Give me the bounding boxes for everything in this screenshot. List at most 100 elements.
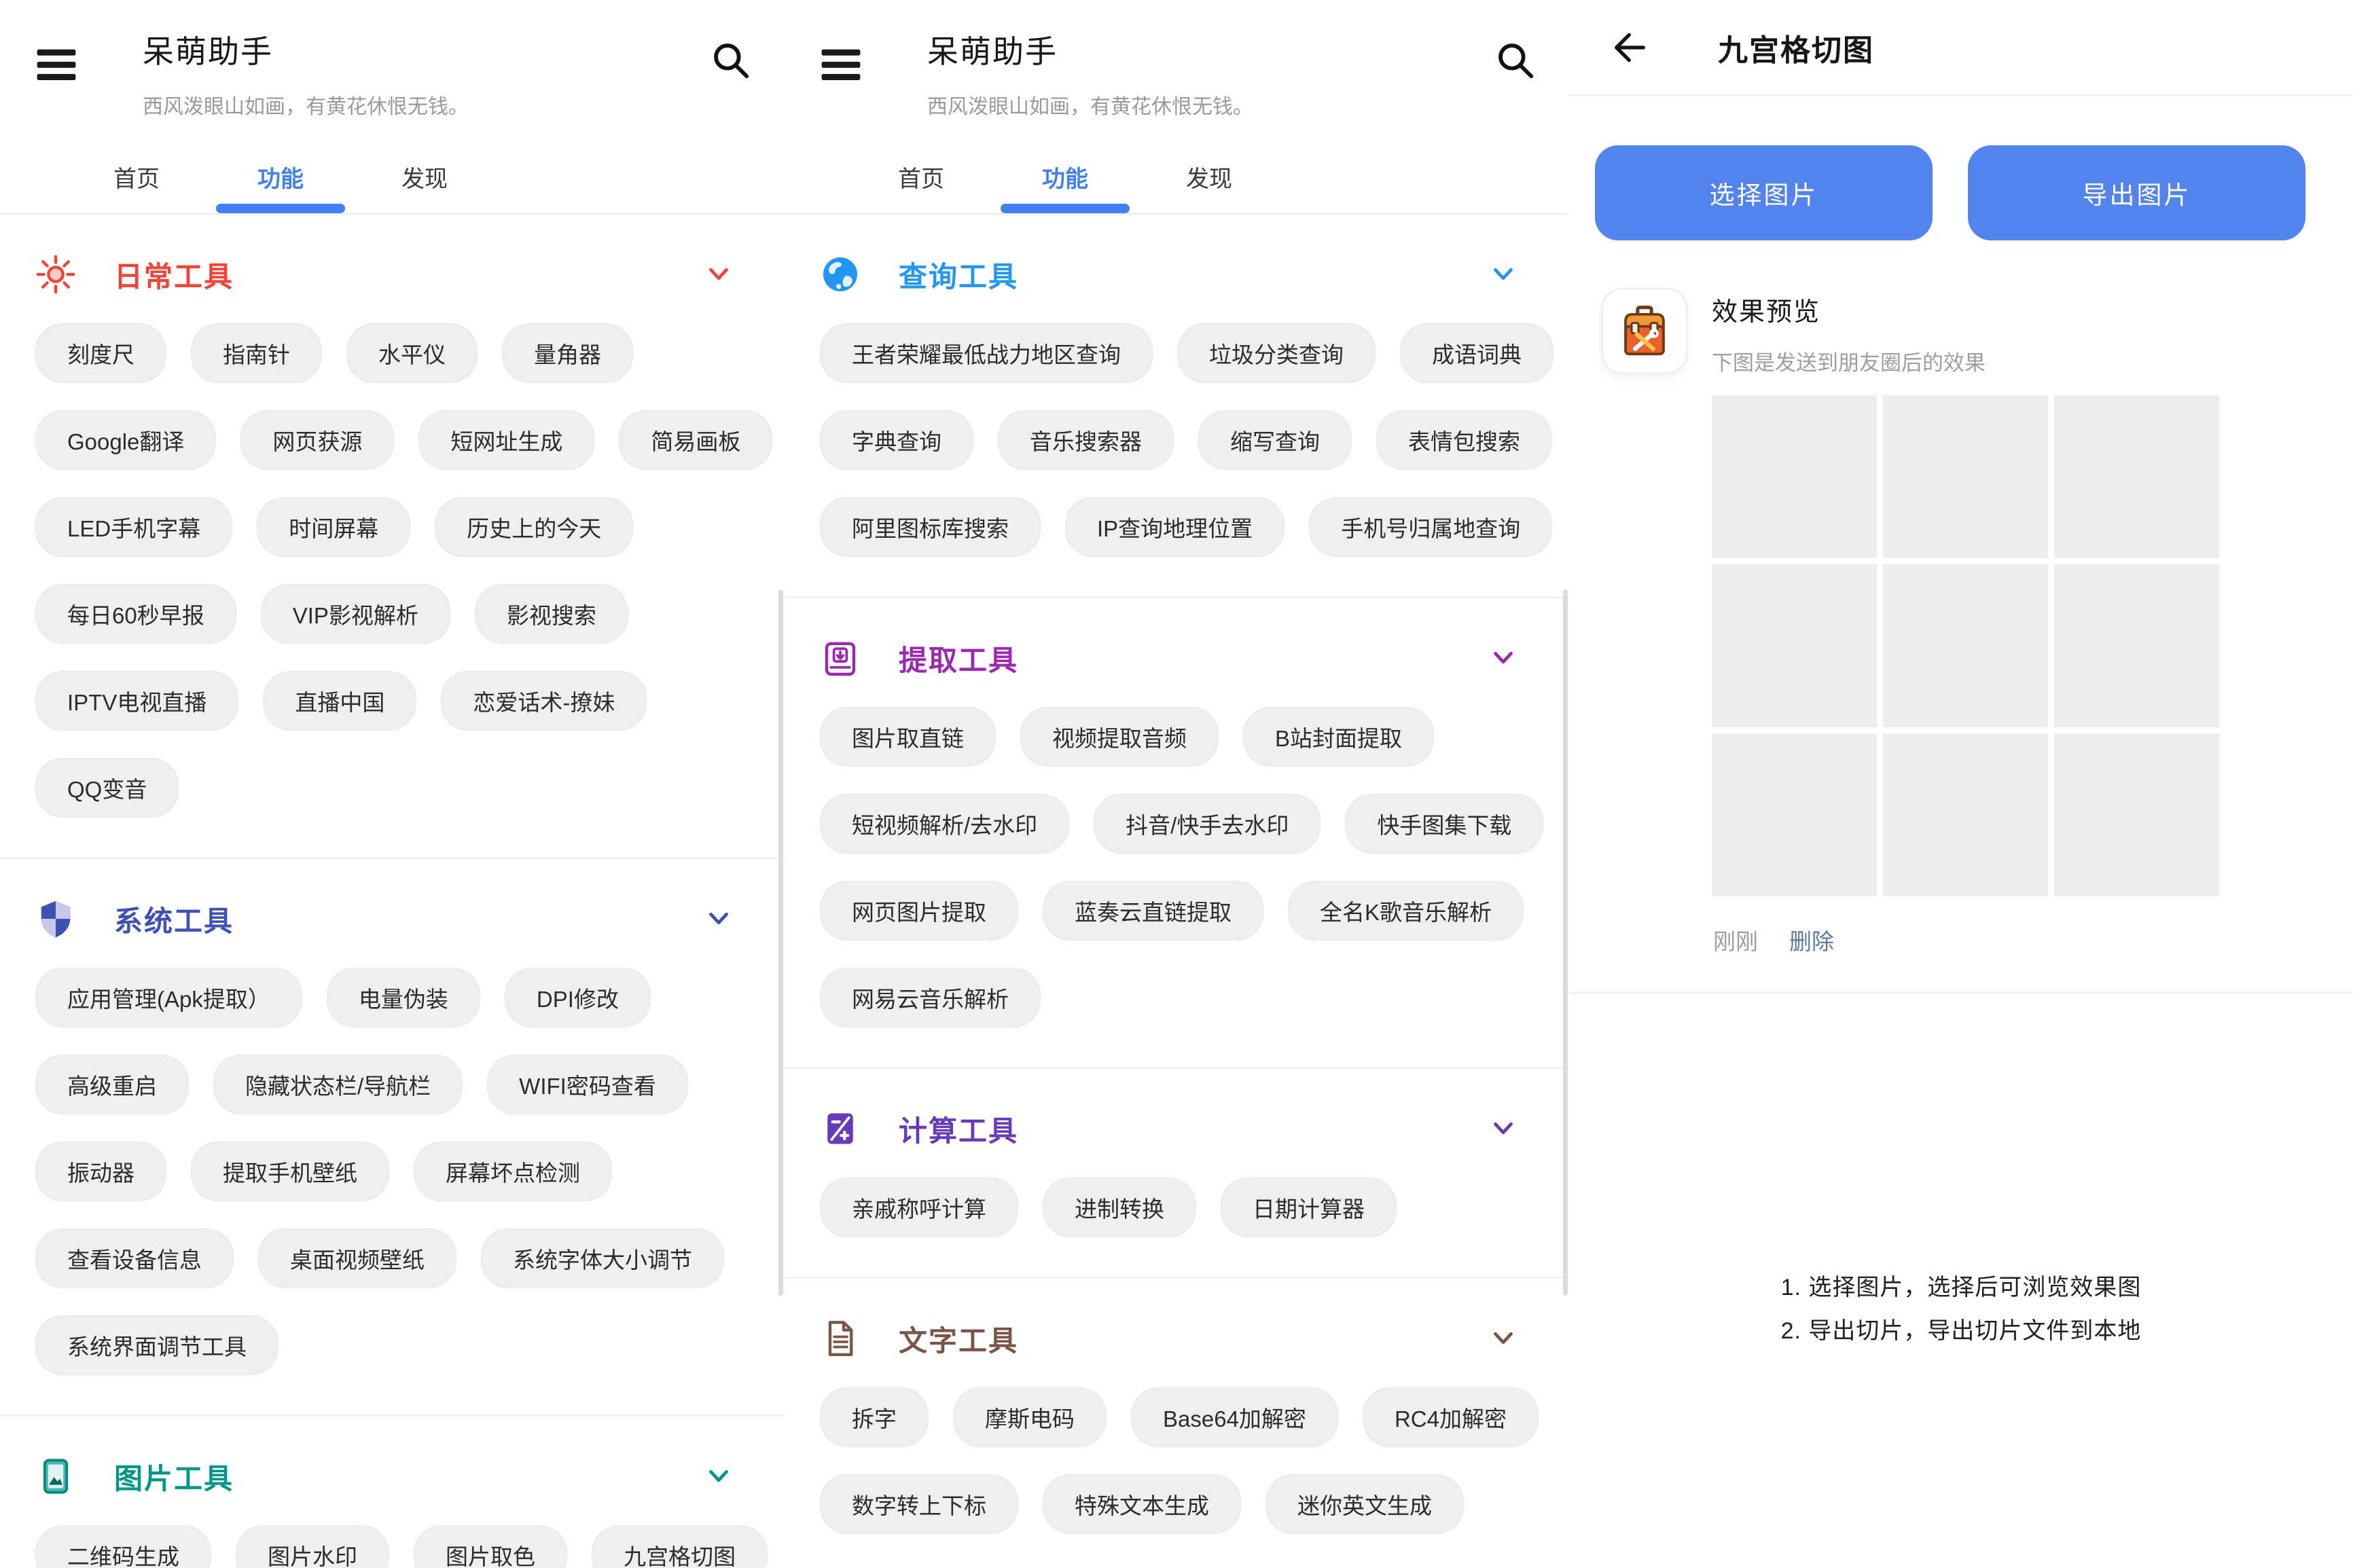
select-image-button[interactable]: 选择图片 (1595, 145, 1933, 240)
tool-chip[interactable]: 振动器 (35, 1142, 166, 1201)
tool-chip[interactable]: 应用管理(Apk提取） (35, 968, 302, 1027)
tool-chip[interactable]: Base64加解密 (1131, 1387, 1338, 1447)
tab-item[interactable]: 首页 (849, 143, 993, 213)
chevron-down-icon[interactable] (1488, 642, 1519, 674)
tool-chip[interactable]: 迷你英文生成 (1265, 1474, 1464, 1534)
tool-chip[interactable]: 短视频解析/去水印 (820, 794, 1069, 854)
tool-chip[interactable]: IPTV电视直播 (35, 671, 238, 731)
tool-chip[interactable]: 成语词典 (1400, 323, 1553, 383)
tool-chip[interactable]: 快手图集下载 (1345, 794, 1543, 854)
tool-chip[interactable]: 查看设备信息 (35, 1228, 234, 1288)
grid-cell (2054, 564, 2219, 727)
tool-chip[interactable]: 网易云音乐解析 (820, 968, 1041, 1027)
tool-chip[interactable]: 屏幕坏点检测 (414, 1142, 612, 1201)
tool-chip[interactable]: 历史上的今天 (435, 497, 633, 557)
tool-chip[interactable]: B站封面提取 (1243, 707, 1434, 767)
chevron-down-icon[interactable] (703, 259, 734, 290)
search-icon[interactable] (710, 39, 752, 81)
back-arrow-icon[interactable] (1609, 29, 1647, 67)
tool-chip[interactable]: 电量伪装 (327, 968, 480, 1027)
tool-chip[interactable]: 恋爱话术-撩妹 (441, 671, 647, 731)
search-icon[interactable] (1494, 39, 1537, 81)
chevron-down-icon[interactable] (703, 1461, 734, 1492)
chevron-down-icon[interactable] (1488, 1323, 1519, 1354)
tab-item[interactable]: 首页 (65, 143, 209, 213)
tool-chip[interactable]: Google翻译 (35, 410, 216, 470)
tab-item[interactable]: 功能 (209, 143, 353, 213)
timestamp: 刚刚 (1713, 924, 1758, 956)
tool-chip[interactable]: 图片取直链 (820, 707, 996, 767)
tool-chip[interactable]: 二维码生成 (35, 1525, 211, 1568)
tool-chip[interactable]: 直播中国 (263, 671, 416, 731)
hamburger-menu-icon[interactable] (35, 48, 77, 83)
tool-chip[interactable]: 水平仪 (346, 323, 478, 383)
delete-link[interactable]: 删除 (1789, 924, 1834, 956)
tool-chip[interactable]: 王者荣耀最低战力地区查询 (820, 323, 1153, 383)
tool-chip[interactable]: 缩写查询 (1198, 410, 1352, 470)
tool-chip[interactable]: RC4加解密 (1363, 1387, 1539, 1447)
tool-chip[interactable]: 系统字体大小调节 (481, 1228, 724, 1288)
tool-sections: 查询工具王者荣耀最低战力地区查询垃圾分类查询成语词典字典查询音乐搜索器缩写查询表… (785, 215, 1569, 1568)
tool-chip[interactable]: 图片水印 (236, 1525, 389, 1568)
tool-chip[interactable]: 隐藏状态栏/导航栏 (213, 1055, 463, 1114)
tool-chip[interactable]: 日期计算器 (1221, 1178, 1397, 1237)
tool-chip[interactable]: 音乐搜索器 (998, 410, 1174, 470)
tool-chip[interactable]: VIP影视解析 (261, 584, 450, 644)
tool-chip[interactable]: 每日60秒早报 (35, 584, 236, 644)
tool-chip[interactable]: 垃圾分类查询 (1177, 323, 1376, 383)
tool-chip[interactable]: WIFI密码查看 (487, 1055, 688, 1114)
tool-chip[interactable]: 系统界面调节工具 (35, 1315, 279, 1375)
tool-chip[interactable]: 视频提取音频 (1020, 707, 1219, 767)
tool-chip[interactable]: DPI修改 (505, 968, 651, 1027)
tool-chip[interactable]: 全名K歌音乐解析 (1288, 881, 1524, 941)
tab-item[interactable]: 发现 (1137, 143, 1281, 213)
tool-chip[interactable]: 网页获源 (240, 410, 394, 470)
hamburger-menu-icon[interactable] (820, 48, 862, 83)
export-image-button[interactable]: 导出图片 (1968, 145, 2305, 240)
tool-section: 提取工具图片取直链视频提取音频B站封面提取短视频解析/去水印抖音/快手去水印快手… (785, 596, 1569, 1067)
tool-chip[interactable]: 九宫格切图 (592, 1525, 768, 1568)
tool-chip[interactable]: 字典查询 (820, 410, 973, 470)
tool-chip[interactable]: 抖音/快手去水印 (1094, 794, 1321, 854)
chevron-down-icon[interactable] (1488, 1113, 1519, 1144)
tool-chip[interactable]: 数字转上下标 (820, 1474, 1018, 1534)
tool-chip[interactable]: 拆字 (820, 1387, 929, 1447)
app-title: 呆萌助手 (927, 27, 1253, 72)
tool-chip[interactable]: QQ变音 (35, 758, 179, 818)
tab-item[interactable]: 发现 (353, 143, 497, 213)
tool-chip[interactable]: 短网址生成 (418, 410, 594, 470)
page-title: 九宫格切图 (1718, 26, 1874, 69)
tool-chip[interactable]: IP查询地理位置 (1065, 497, 1285, 557)
tool-chip[interactable]: 阿里图标库搜索 (820, 497, 1041, 557)
section-title: 图片工具 (114, 1456, 234, 1497)
divider (1569, 991, 2353, 994)
tool-chip[interactable]: 影视搜索 (475, 584, 628, 644)
tool-chip[interactable]: 量角器 (502, 323, 633, 383)
tool-chip[interactable]: 摩斯电码 (953, 1387, 1107, 1447)
tab-item[interactable]: 功能 (993, 143, 1137, 213)
chevron-down-icon[interactable] (703, 903, 734, 934)
tool-section: 日常工具刻度尺指南针水平仪量角器Google翻译网页获源短网址生成简易画板LED… (0, 215, 785, 857)
tool-chip[interactable]: 手机号归属地查询 (1309, 497, 1552, 557)
tool-chip[interactable]: 指南针 (191, 323, 322, 383)
tab-bar: 首页功能发现 (785, 143, 1569, 215)
tool-chip[interactable]: 桌面视频壁纸 (258, 1228, 456, 1288)
active-tab-underline (216, 204, 345, 213)
tool-chip[interactable]: 蓝奏云直链提取 (1043, 881, 1263, 941)
tool-chip[interactable]: 高级重启 (35, 1055, 189, 1114)
tool-chip[interactable]: 特殊文本生成 (1043, 1474, 1241, 1534)
tool-chip[interactable]: 提取手机壁纸 (191, 1142, 389, 1201)
chevron-down-icon[interactable] (1488, 259, 1519, 290)
tool-chip[interactable]: 时间屏幕 (257, 497, 410, 557)
tool-chip[interactable]: 简易画板 (619, 410, 772, 470)
tool-chip[interactable]: 亲戚称呼计算 (820, 1178, 1018, 1237)
tool-chip[interactable]: LED手机字幕 (35, 497, 232, 557)
section-title: 查询工具 (899, 254, 1018, 295)
scrollbar[interactable] (778, 589, 783, 1296)
tool-chip[interactable]: 进制转换 (1043, 1178, 1196, 1237)
scrollbar[interactable] (1563, 589, 1568, 1296)
tool-chip[interactable]: 表情包搜索 (1376, 410, 1552, 470)
tool-chip[interactable]: 图片取色 (414, 1525, 567, 1568)
tool-chip[interactable]: 刻度尺 (35, 323, 166, 383)
tool-chip[interactable]: 网页图片提取 (820, 881, 1018, 941)
